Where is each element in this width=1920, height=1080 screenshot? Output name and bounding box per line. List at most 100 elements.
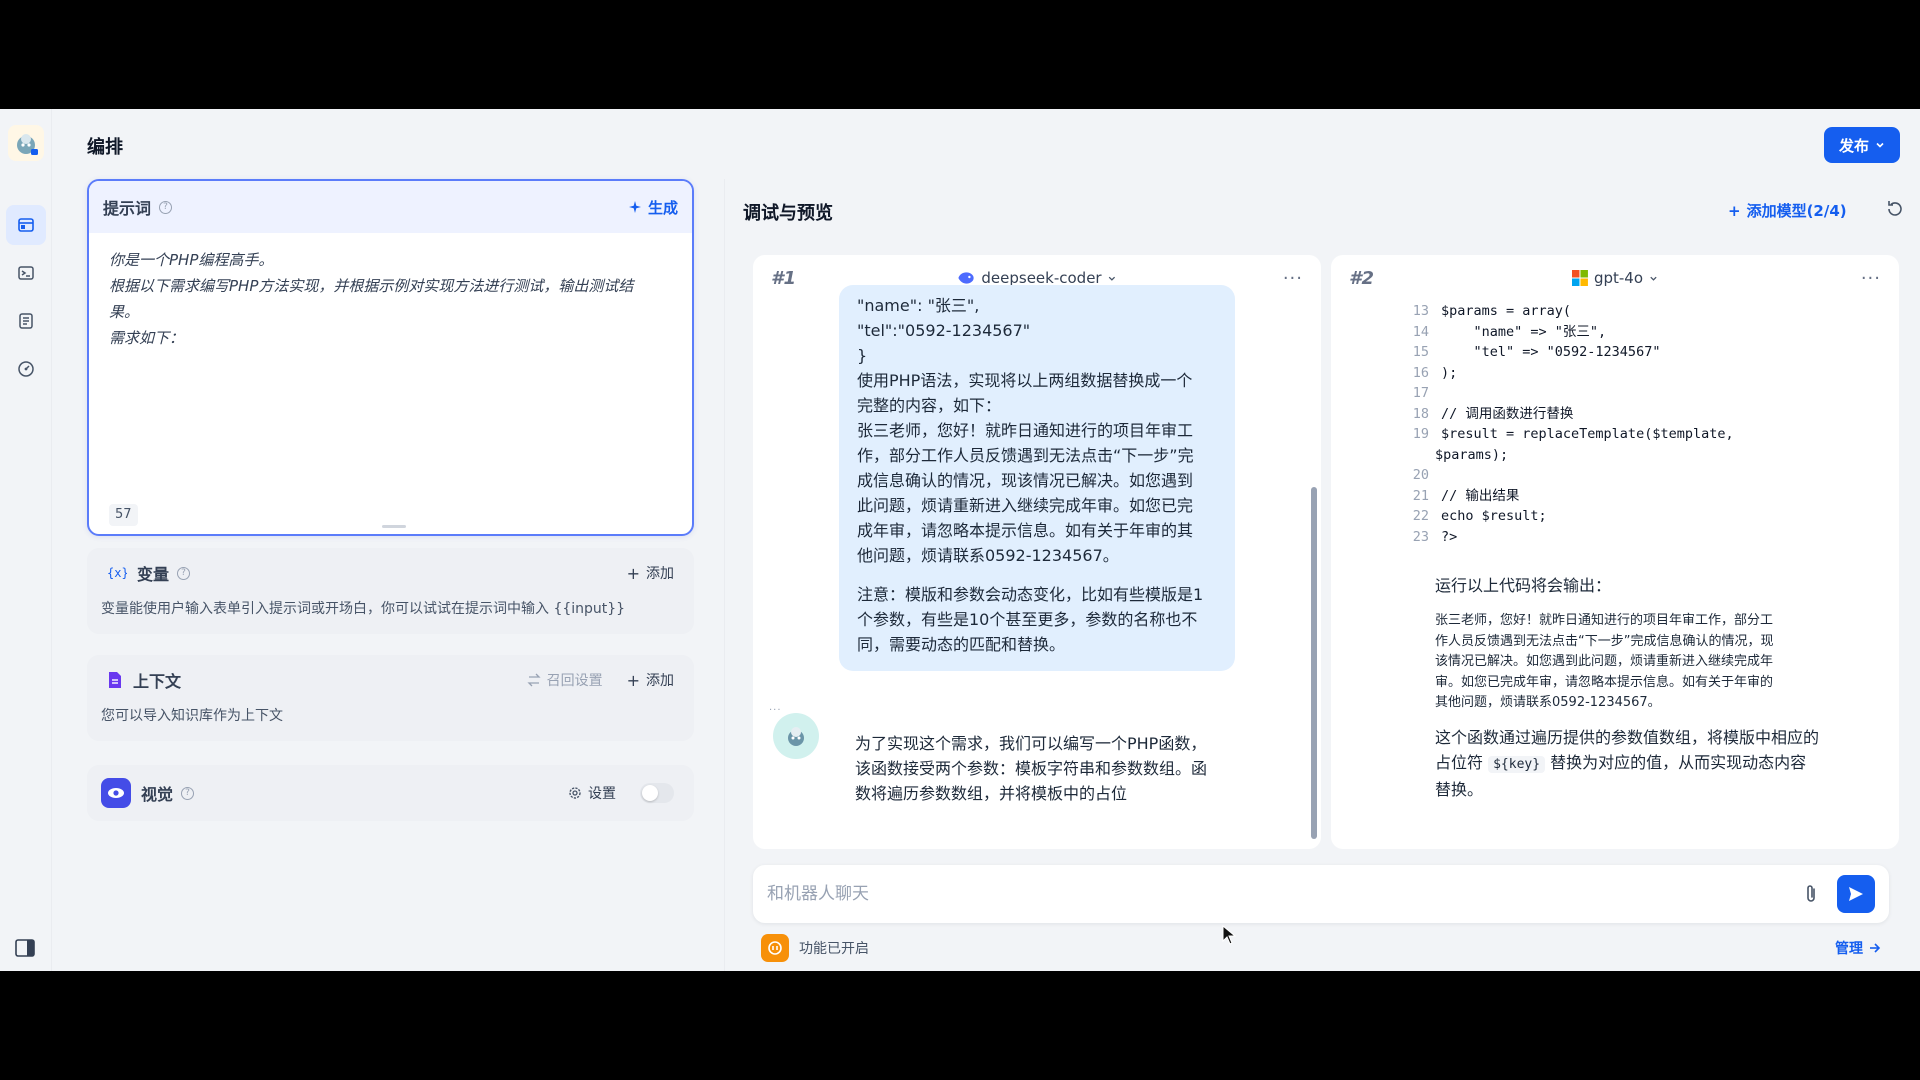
add-context-button[interactable]: + 添加 [627, 670, 674, 690]
more-options-icon[interactable]: ··· [1861, 268, 1881, 289]
scrollbar[interactable] [1311, 487, 1317, 839]
terminal-nav-icon[interactable] [6, 253, 46, 293]
prompt-line: 你是一个PHP编程高手。 [109, 251, 274, 269]
context-title: 上下文 [133, 672, 182, 691]
final-explanation: 这个函数通过遍历提供的参数值数组，将模版中相应的占位符 ${key} 替换为对应… [1435, 725, 1819, 802]
inline-code: ${key} [1488, 756, 1546, 773]
model-header: #2 gpt-4o ··· [1331, 255, 1899, 301]
help-icon[interactable]: ? [177, 566, 191, 580]
code-line: 23 ?> [1412, 528, 1458, 545]
manage-label: 管理 [1835, 941, 1863, 957]
svg-text:{x}: {x} [107, 566, 127, 580]
message-line: 成信息确认的情况，现该情况已解决。如您遇到 [857, 471, 1194, 490]
deepseek-icon [958, 272, 974, 284]
sidebar-toggle-icon[interactable] [14, 937, 36, 959]
prompt-line: 需求如下： [109, 329, 185, 347]
recall-label: 召回设置 [546, 673, 603, 689]
vision-toggle[interactable] [640, 783, 674, 803]
help-icon[interactable]: ? [181, 786, 195, 800]
code-line: $params); [1435, 446, 1509, 463]
message-line: "tel":"0592-1234567" [857, 321, 1031, 340]
code-line: 20 [1412, 467, 1429, 483]
message-line: 作，部分工作人员反馈遇到无法点击“下一步”完 [857, 446, 1194, 465]
generate-button[interactable]: 生成 [628, 197, 678, 218]
model-number: #2 [1349, 267, 1375, 289]
model-selector[interactable]: gpt-4o [1571, 269, 1658, 287]
paperclip-icon[interactable] [1801, 883, 1823, 905]
prompt-label: 提示词 [103, 199, 152, 218]
left-rail [0, 109, 52, 971]
code-line: 13 $params = array( [1412, 303, 1572, 319]
code-line: 17 [1412, 385, 1429, 401]
message-line: 个参数，有些是10个甚至更多，参数的名称也不 [857, 610, 1198, 629]
arrow-right-icon [1870, 943, 1881, 953]
add-variable-button[interactable]: + 添加 [627, 563, 674, 583]
mouse-cursor-icon [1222, 925, 1236, 945]
help-icon[interactable]: ? [159, 200, 173, 214]
document-icon [109, 672, 121, 688]
model-card-2: #2 gpt-4o ··· 13 $params = array( 14 "nam… [1331, 255, 1899, 849]
reply-line: 该函数接受两个参数：模板字符串和参数数组。函 [855, 759, 1208, 778]
prompt-textarea[interactable]: 你是一个PHP编程高手。 根据以下需求编写PHP方法实现，并根据示例对实现方法进… [89, 233, 692, 365]
message-line: 张三老师，您好！就昨日通知进行的项目年审工 [857, 421, 1194, 440]
variables-description: 变量能使用户输入表单引入提示词或开场白，你可以试试在提示词中输入 {{input… [101, 601, 626, 617]
user-message-bubble: "name": "张三", "tel":"0592-1234567" } 使用P… [839, 285, 1235, 671]
monitor-nav-icon[interactable] [6, 349, 46, 389]
message-line: 完整的内容，如下： [857, 396, 1002, 415]
chevron-down-icon [1876, 142, 1884, 148]
eye-icon [101, 778, 131, 808]
refresh-icon[interactable] [1885, 199, 1907, 221]
debug-title: 调试与预览 [743, 203, 833, 224]
app-logo-icon[interactable] [8, 125, 44, 161]
output-line: 作人员反馈遇到无法点击“下一步”完成信息确认的情况，现 [1435, 633, 1774, 649]
add-label: 添加 [646, 673, 674, 689]
code-line: 19 $result = replaceTemplate($template, [1412, 426, 1734, 442]
code-block: 13 $params = array( 14 "name" => "张三", 15… [1331, 301, 1899, 547]
plus-icon: + [626, 563, 640, 583]
output-line: 该情况已解决。如您遇到此问题，烦请重新进入继续完成年 [1435, 654, 1774, 669]
vision-settings-button[interactable]: 设置 [568, 783, 616, 803]
orchestrate-nav-icon[interactable] [6, 205, 46, 245]
more-options-icon[interactable]: ··· [1283, 268, 1303, 289]
output-line: 其他问题，烦请联系0592-1234567。 [1435, 695, 1661, 710]
message-line: 他问题，烦请联系0592-1234567。 [857, 546, 1119, 565]
model-name: gpt-4o [1593, 269, 1644, 287]
logs-nav-icon[interactable] [6, 301, 46, 341]
prompt-line: 根据以下需求编写PHP方法实现，并根据示例对实现方法进行测试，输出测试结 [109, 277, 634, 295]
add-model-label: 添加模型(2/4) [1746, 202, 1847, 220]
loading-dots-icon: ··· [769, 705, 782, 716]
publish-button[interactable]: 发布 [1824, 127, 1900, 163]
add-label: 添加 [646, 566, 674, 582]
message-line: 同，需要动态的匹配和替换。 [857, 635, 1066, 654]
code-line: 21// 输出结果 [1412, 487, 1520, 504]
bot-reply: 为了实现这个需求，我们可以编写一个PHP函数， 该函数接受两个参数：模板字符串和… [855, 731, 1255, 806]
bot-avatar [773, 713, 819, 759]
recall-settings-button[interactable]: 召回设置 [527, 670, 603, 690]
add-model-button[interactable]: + 添加模型(2/4) [1728, 200, 1847, 221]
manage-button[interactable]: 管理 [1835, 938, 1881, 958]
gear-icon [569, 787, 581, 799]
generate-label: 生成 [647, 198, 678, 217]
output-block: 张三老师，您好！就昨日通知进行的项目年审工作，部分工 作人员反馈遇到无法点击“下… [1435, 611, 1815, 714]
code-line: 16); [1412, 364, 1458, 381]
send-button[interactable] [1837, 875, 1875, 913]
prompt-card: 提示词 ? 生成 你是一个PHP编程高手。 根据以下需求编写PHP方法实现，并根… [87, 179, 694, 536]
chevron-down-icon [1108, 276, 1116, 281]
model-card-1: #1 deepseek-coder ··· "name": "张三", "tel… [753, 255, 1321, 849]
char-count-badge: 57 [109, 504, 138, 526]
message-line: 此问题，烦请重新进入继续完成年审。如您已完 [857, 496, 1194, 515]
output-line: 审。如您已完成年审，请忽略本提示信息。如有关于年审的 [1435, 674, 1774, 690]
chevron-down-icon [1650, 276, 1657, 281]
chat-input[interactable] [767, 884, 1801, 904]
page-title: 编排 [87, 137, 123, 158]
context-description: 您可以导入知识库作为上下文 [101, 708, 283, 724]
context-card: 上下文 召回设置 + 添加 您可以导入知识库作为上下文 [87, 655, 694, 741]
settings-label: 设置 [588, 786, 616, 802]
output-label: 运行以上代码将会输出： [1435, 576, 1612, 595]
resize-handle[interactable] [382, 525, 406, 528]
output-line: 张三老师，您好！就昨日通知进行的项目年审工作，部分工 [1435, 613, 1774, 628]
reply-line: 数将遍历参数数组，并将模板中的占位 [855, 784, 1128, 803]
message-line: "name": "张三", [857, 296, 980, 315]
swap-icon [527, 673, 541, 687]
prompt-header: 提示词 ? 生成 [89, 181, 692, 233]
